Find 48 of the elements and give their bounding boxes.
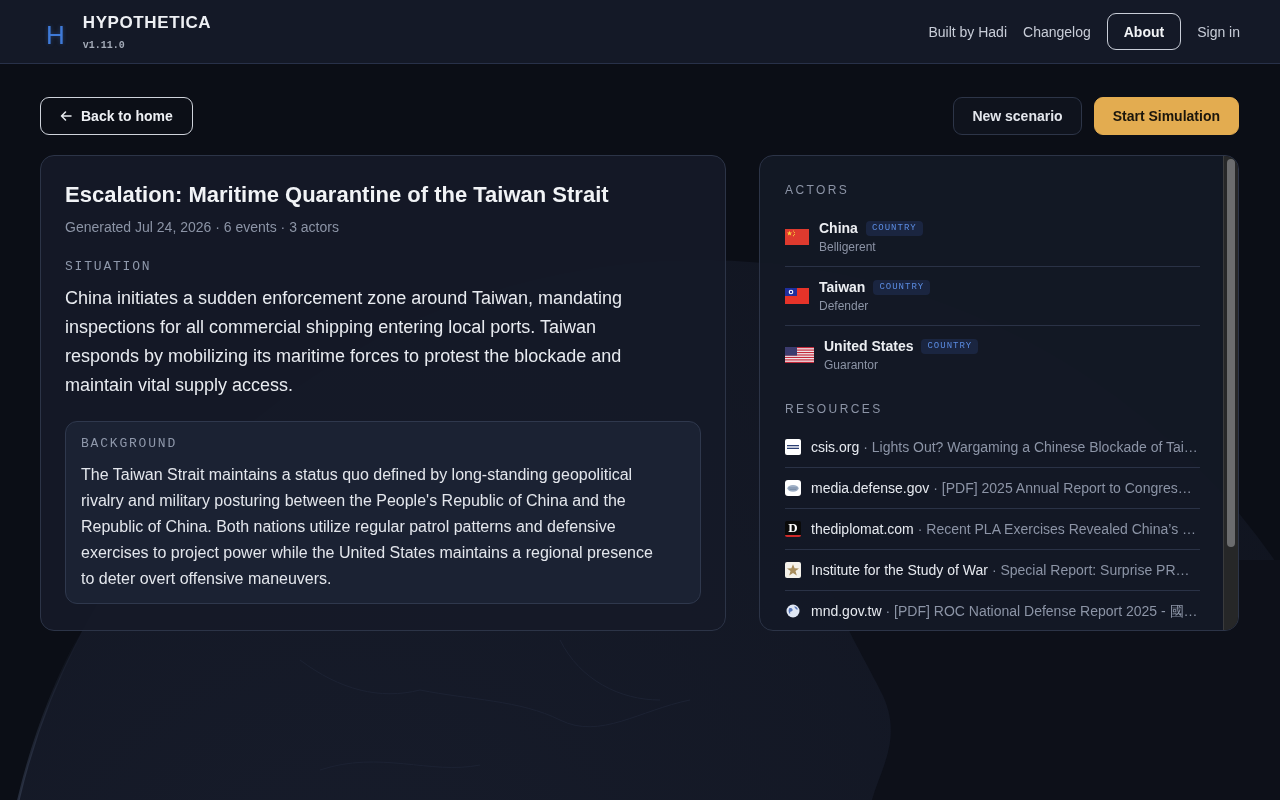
section-label: BACKGROUND (81, 435, 178, 453)
actor-name: China (819, 219, 858, 238)
resource-link[interactable]: · [PDF] ROC National Defense Report 2025 - 國… (885, 601, 1198, 621)
app-title: HYPOTHETICA (82, 12, 212, 33)
version-label: v1.11.0 (82, 38, 126, 53)
situation-text: China initiates a sudden enforcement zone around Taiwan, mandating inspections for all commercial shipping entering local ports. Taiwan responds by mobilizing its maritime forces to protest the blockade and maintain vital supply access. (65, 287, 624, 397)
primary-button[interactable]: Start Simulation (1093, 97, 1239, 135)
section-heading: RESOURCES (785, 401, 884, 418)
source-name: mnd.gov.tw (811, 602, 882, 621)
actor-role: Belligerent (819, 239, 877, 256)
star-icon (785, 562, 801, 578)
resource-link[interactable]: · [PDF] 2025 Annual Report to Congres… (933, 478, 1192, 498)
type-badge: COUNTRY (873, 279, 931, 295)
arrow-left-icon (60, 111, 72, 121)
secondary-button[interactable]: New scenario (953, 97, 1082, 135)
scrollbar-track[interactable] (1223, 156, 1238, 630)
background-text: The Taiwan Strait maintains a status quo defined by long-standing geopolitical rivalry and military posturing between the People's Republic of China and the Republic of China. Both nations utilize regular patrol patterns and defensive exercises to project power while the United States maintains a regional presence to deter overt offensive maneuvers. (81, 465, 654, 589)
back-button[interactable]: Back to home (40, 97, 193, 135)
letter-tile-icon: D (785, 521, 801, 537)
section-heading: ACTORS (785, 182, 851, 199)
scenario-title: Escalation: Maritime Quarantine of the Taiwan Strait (65, 181, 610, 209)
resource-link[interactable]: · Recent PLA Exercises Revealed China’s … (917, 519, 1197, 539)
source-name: Institute for the Study of War (811, 561, 988, 580)
resource-link[interactable]: · Special Report: Surprise PR… (991, 560, 1190, 580)
source-name: media.defense.gov (811, 479, 930, 498)
actor-name: United States (824, 337, 914, 356)
globe-icon (785, 603, 801, 619)
seal-icon (785, 480, 801, 496)
flag-icon (785, 229, 809, 245)
actor-name: Taiwan (819, 278, 866, 297)
scenario-meta: Generated Jul 24, 2026 · 6 events · 3 actors (65, 218, 340, 237)
section-label: SITUATION (65, 258, 153, 276)
nav-link[interactable]: Sign in (1197, 21, 1240, 42)
flag-icon (785, 288, 809, 304)
scrollbar-thumb[interactable] (1227, 159, 1235, 547)
actor-role: Defender (819, 298, 870, 315)
source-name: thediplomat.com (811, 520, 914, 539)
type-badge: COUNTRY (865, 220, 923, 236)
flag-icon (785, 347, 814, 363)
nav-button[interactable]: About (1106, 13, 1182, 50)
logo-tile-icon (785, 439, 801, 455)
logo-mark[interactable]: H (46, 21, 65, 48)
nav-link[interactable]: Built by Hadi (928, 21, 1007, 42)
type-badge: COUNTRY (921, 338, 979, 354)
actor-role: Guarantor (824, 357, 880, 374)
resource-link[interactable]: · Lights Out? Wargaming a Chinese Blockade of Tai… (863, 437, 1198, 457)
nav-link[interactable]: Changelog (1023, 21, 1091, 42)
source-name: csis.org (811, 438, 860, 457)
